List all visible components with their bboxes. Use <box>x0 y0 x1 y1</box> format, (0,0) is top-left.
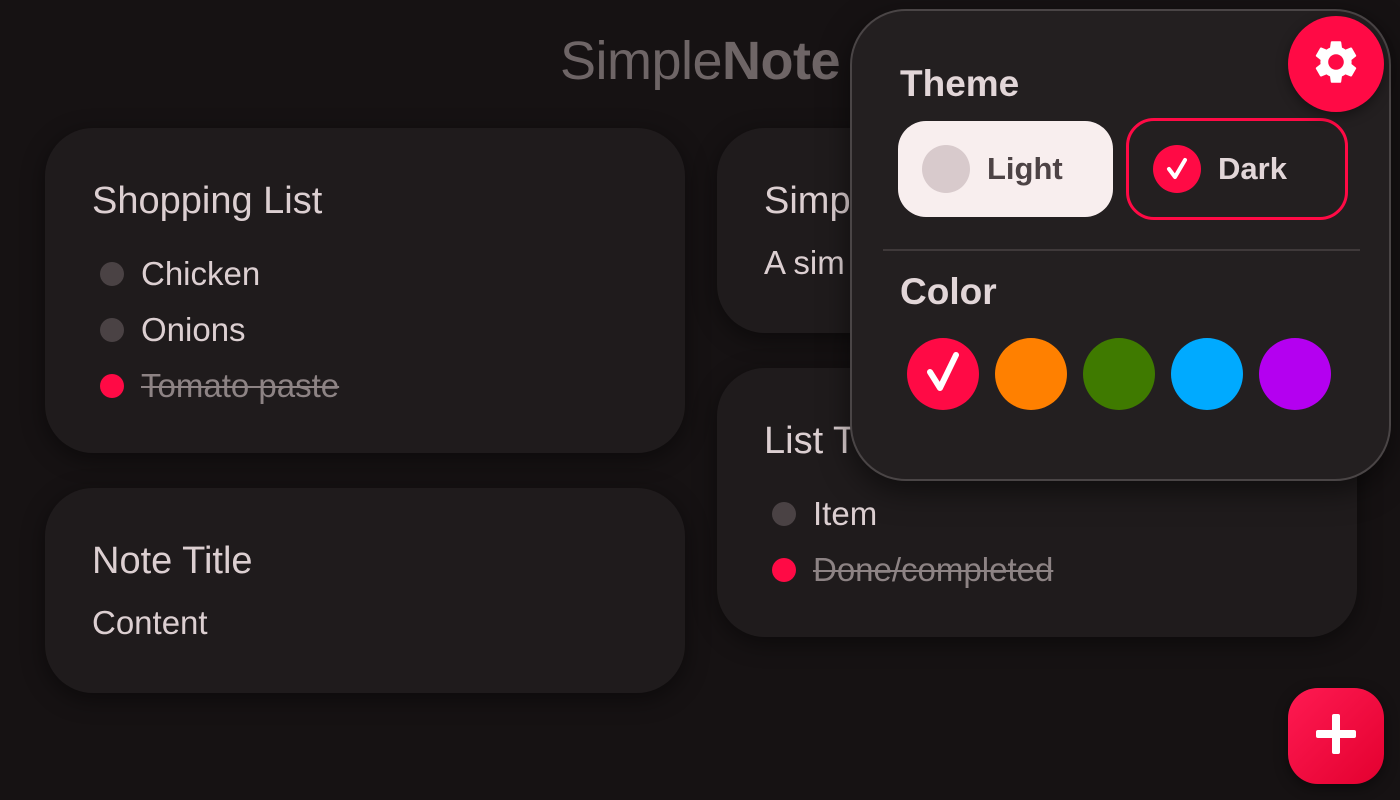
note-card-shopping-list[interactable]: Shopping List Chicken Onions Tomato past… <box>45 128 685 453</box>
list-item-text: Onions <box>141 311 246 348</box>
list-item[interactable]: Chicken <box>100 246 339 302</box>
check-icon <box>1153 145 1201 193</box>
checkbox-bullet[interactable] <box>772 558 796 582</box>
checklist: Chicken Onions Tomato paste <box>100 246 339 414</box>
app-title-regular: Simple <box>559 31 723 91</box>
divider <box>883 249 1360 251</box>
list-item-text: Chicken <box>141 255 261 292</box>
theme-option-dark[interactable]: Dark <box>1126 118 1348 220</box>
theme-option-light[interactable]: Light <box>898 121 1113 217</box>
checkbox-bullet[interactable] <box>100 374 124 398</box>
theme-label: Theme <box>900 63 1020 104</box>
theme-option-label: Dark <box>1218 151 1287 186</box>
color-swatch-red[interactable] <box>907 338 979 410</box>
note-title: Shopping List <box>92 180 323 222</box>
note-title: Note Title <box>92 540 253 582</box>
list-item[interactable]: Item <box>772 486 1053 542</box>
color-swatch-orange[interactable] <box>995 338 1067 410</box>
list-item-text: Done/completed <box>813 551 1054 588</box>
checkbox-bullet[interactable] <box>772 502 796 526</box>
checkbox-bullet[interactable] <box>100 318 124 342</box>
app: SimpleNote Shopping List Chicken Onions … <box>0 0 1400 800</box>
app-title-bold: Note <box>722 31 841 91</box>
color-swatches <box>907 338 1331 410</box>
color-swatch-blue[interactable] <box>1171 338 1243 410</box>
color-swatch-green[interactable] <box>1083 338 1155 410</box>
note-content: A sim <box>764 244 845 281</box>
radio-dot <box>922 145 970 193</box>
list-item-completed[interactable]: Done/completed <box>772 542 1053 598</box>
plus-icon <box>1314 712 1358 761</box>
theme-option-label: Light <box>987 151 1063 186</box>
checkbox-bullet[interactable] <box>100 262 124 286</box>
add-note-button[interactable] <box>1288 688 1384 784</box>
color-label: Color <box>900 271 997 312</box>
list-item-completed[interactable]: Tomato paste <box>100 358 339 414</box>
gear-icon <box>1310 36 1362 93</box>
color-swatch-purple[interactable] <box>1259 338 1331 410</box>
note-content: Content <box>92 604 208 641</box>
list-item[interactable]: Onions <box>100 302 339 358</box>
note-title: Simp <box>764 180 851 222</box>
note-card-note[interactable]: Note Title Content <box>45 488 685 693</box>
settings-button[interactable] <box>1288 16 1384 112</box>
list-item-text: Item <box>813 495 878 532</box>
note-title: List T <box>764 420 857 462</box>
check-icon <box>923 350 963 399</box>
list-item-text: Tomato paste <box>141 367 340 404</box>
checklist: Item Done/completed <box>772 486 1053 598</box>
